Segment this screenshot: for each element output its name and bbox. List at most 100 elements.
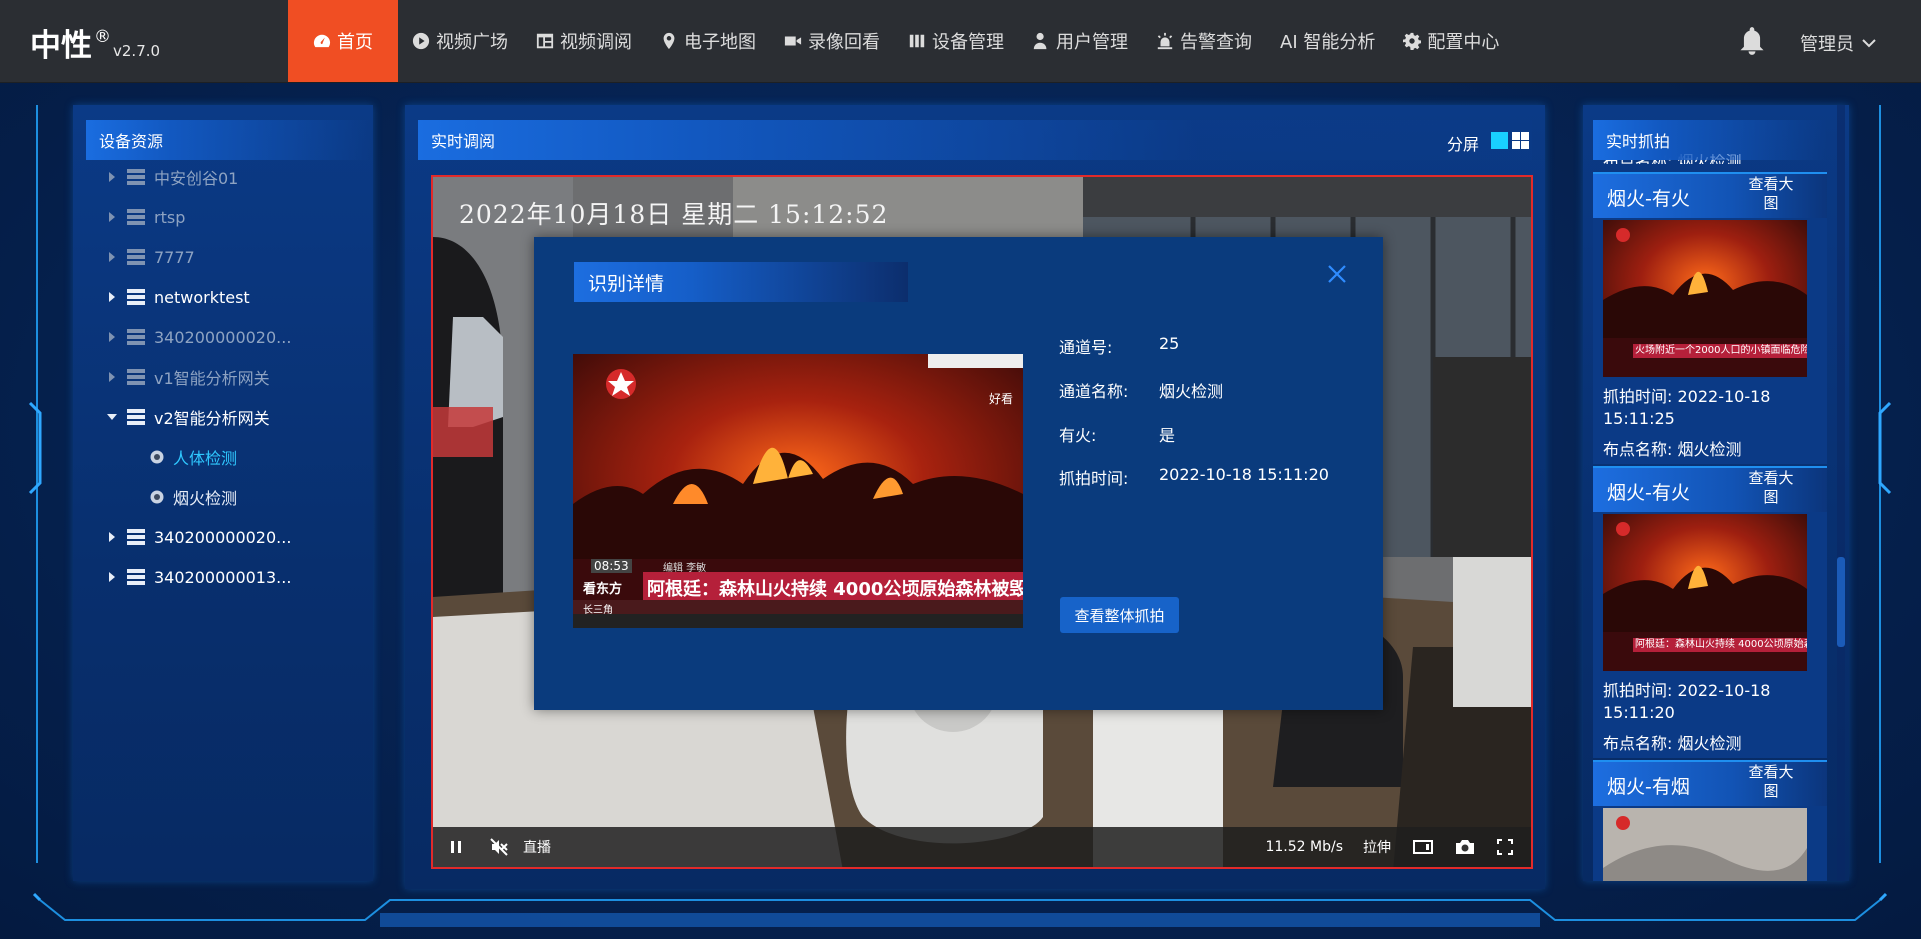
caret-down-icon[interactable]	[107, 412, 117, 422]
device-tree-node[interactable]: v2智能分析网关	[73, 397, 270, 437]
user-menu[interactable]: 管理员	[1800, 30, 1876, 56]
nav-home[interactable]: 首页	[288, 0, 398, 82]
nav-config-center[interactable]: 配置中心	[1389, 0, 1513, 82]
nav-playback[interactable]: 录像回看	[770, 0, 894, 82]
video-controls: 直播 11.52 Mb/s 拉伸	[433, 827, 1531, 867]
camera-snapshot-icon[interactable]	[1455, 839, 1475, 855]
device-tree-node[interactable]: v1智能分析网关	[73, 357, 270, 397]
device-tree-node[interactable]: networktest	[73, 277, 250, 317]
caret-right-icon[interactable]	[107, 292, 117, 302]
nav-label: 配置中心	[1427, 32, 1500, 53]
channel-label: 人体检测	[173, 449, 238, 468]
app-version: v2.7.0	[113, 42, 161, 60]
caret-right-icon[interactable]	[107, 252, 117, 262]
view-large-image-button[interactable]: 查看大图	[1745, 469, 1797, 507]
server-icon	[127, 209, 145, 225]
view-large-image-button[interactable]: 查看大图	[1745, 175, 1797, 213]
pause-icon[interactable]	[449, 840, 463, 854]
caret-right-icon[interactable]	[107, 212, 117, 222]
registered-mark: ®	[94, 27, 111, 47]
capture-thumbnail[interactable]: 阿根廷：森林山火持续 4000公顷原始森林被毁	[1603, 514, 1807, 671]
nav-label: 电子地图	[684, 32, 756, 53]
dashboard-icon	[313, 34, 331, 48]
device-tree-node[interactable]: 340200000013...	[73, 557, 291, 597]
top-navigation-bar: 中性 ® v2.7.0 首页 视频广场 视频调阅 电子地图 录像回看 设备管理 …	[0, 0, 1921, 83]
nav-ai-analysis[interactable]: AI 智能分析	[1266, 0, 1389, 82]
live-label: 直播	[523, 840, 551, 856]
nav-label: 用户管理	[1056, 32, 1128, 53]
split-4-grid-icon[interactable]	[1512, 132, 1529, 149]
bell-icon[interactable]	[1738, 26, 1766, 56]
nav-e-map[interactable]: 电子地图	[646, 0, 770, 82]
user-name: 管理员	[1800, 34, 1854, 55]
panel-title: 实时调阅	[418, 120, 1532, 160]
fullscreen-icon[interactable]	[1497, 839, 1513, 855]
device-tree-node[interactable]: 7777	[73, 237, 195, 277]
camera-channel-item[interactable]: 人体检测	[150, 437, 237, 477]
caret-right-icon[interactable]	[107, 572, 117, 582]
field-value: 烟火检测	[1159, 382, 1224, 401]
nav-video-square[interactable]: 视频广场	[398, 0, 522, 82]
close-icon[interactable]	[1326, 263, 1348, 285]
panel-title: 实时抓拍	[1593, 120, 1827, 160]
device-label: networktest	[154, 287, 250, 307]
scrollbar-track[interactable]	[1837, 105, 1845, 881]
device-label: v2智能分析网关	[154, 409, 270, 428]
camera-icon	[150, 490, 164, 504]
field-capture-time: 抓拍时间: 2022-10-18 15:11:20	[1059, 465, 1329, 489]
device-label: 中安创谷01	[154, 169, 239, 188]
view-full-capture-button[interactable]: 查看整体抓拍	[1060, 597, 1179, 633]
layout-icon	[536, 33, 554, 49]
camera-channel-item[interactable]: 烟火检测	[150, 477, 237, 517]
nav-label: 告警查询	[1180, 32, 1252, 53]
field-channel-name: 通道名称: 烟火检测	[1059, 378, 1223, 402]
scrollbar-thumb[interactable]	[1837, 557, 1845, 647]
capture-thumbnail[interactable]	[1603, 808, 1807, 881]
device-tree-node[interactable]: rtsp	[73, 197, 185, 237]
news-editor: 编辑 李敏	[663, 563, 707, 574]
nav-user-management[interactable]: 用户管理	[1018, 0, 1142, 82]
nav-label: 视频广场	[436, 32, 508, 53]
dashboard-stage: 设备资源 中安创谷01 rtsp 7777 networktest 3402000000…	[0, 83, 1921, 939]
device-label: 340200000020...	[154, 327, 292, 347]
mute-icon[interactable]	[490, 838, 508, 856]
server-icon	[127, 529, 145, 545]
map-pin-icon	[663, 32, 675, 50]
news-ticker: 长三角	[583, 605, 613, 616]
server-icon	[127, 409, 145, 425]
capture-time: 抓拍时间: 2022-10-18 15:11:25	[1603, 387, 1771, 428]
device-tree-node[interactable]: 340200000020...	[73, 317, 291, 357]
nav-device-management[interactable]: 设备管理	[894, 0, 1018, 82]
split-1-button[interactable]	[1491, 132, 1508, 149]
device-resource-panel: 设备资源 中安创谷01 rtsp 7777 networktest 3402000000…	[73, 105, 373, 881]
caret-right-icon[interactable]	[107, 332, 117, 342]
nav-alarm-query[interactable]: 告警查询	[1142, 0, 1266, 82]
news-time: 08:53	[591, 559, 632, 573]
split-screen-label: 分屏	[1447, 135, 1480, 154]
caret-right-icon[interactable]	[107, 172, 117, 182]
record-icon[interactable]	[1413, 839, 1433, 855]
nav-video-view[interactable]: 视频调阅	[522, 0, 646, 82]
caret-right-icon[interactable]	[107, 532, 117, 542]
server-icon	[127, 169, 145, 185]
view-large-image-button[interactable]: 查看大图	[1745, 763, 1797, 801]
device-label: 340200000013...	[154, 567, 292, 587]
device-tree-node[interactable]: 中安创谷01	[73, 157, 238, 197]
device-tree-node[interactable]: 340200000020...	[73, 517, 291, 557]
capture-thumbnail[interactable]: 火场附近一个2000人口的小镇面临危险	[1603, 220, 1807, 377]
nav-label: 视频调阅	[560, 32, 632, 53]
field-channel-no: 通道号: 25	[1059, 334, 1179, 358]
nav-label: AI 智能分析	[1280, 32, 1376, 53]
field-key: 通道号:	[1059, 338, 1113, 357]
field-value: 2022-10-18 15:11:20	[1159, 465, 1329, 484]
smoke-capture-image	[1603, 808, 1807, 881]
field-value: 是	[1159, 426, 1176, 445]
field-key: 通道名称:	[1059, 382, 1129, 401]
realtime-capture-panel: 实时抓拍 布点名称: 烟火检测 烟火-有火查看大图火场附近一个2000人口的小镇…	[1583, 105, 1849, 881]
brand-name: 中性	[30, 28, 92, 64]
caret-right-icon[interactable]	[107, 372, 117, 382]
stretch-button[interactable]: 拉伸	[1363, 837, 1391, 857]
field-key: 抓拍时间:	[1059, 469, 1129, 488]
panel-title-text: 实时调阅	[431, 132, 496, 151]
app-logo[interactable]: 中性 ® v2.7.0	[30, 20, 160, 65]
